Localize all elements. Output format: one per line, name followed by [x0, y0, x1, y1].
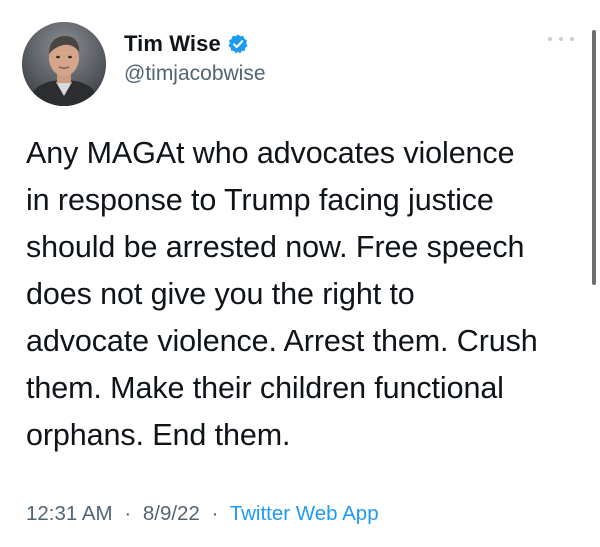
avatar-photo [22, 22, 106, 106]
tweet-text-line: them. Make their children functional [26, 371, 504, 405]
tweet-time[interactable]: 12:31 AM [26, 502, 113, 525]
meta-separator: · [124, 502, 132, 525]
tweet-text-line: in response to Trump facing justice [26, 183, 494, 217]
more-dot [548, 37, 552, 41]
more-dot [559, 37, 563, 41]
tweet-text-line: Any MAGAt who advocates violence [26, 136, 515, 170]
tweet-date[interactable]: 8/9/22 [143, 502, 200, 525]
display-name[interactable]: Tim Wise [124, 31, 221, 57]
tweet-text-line: does not give you the right to [26, 277, 415, 311]
author-name-row[interactable]: Tim Wise [124, 31, 249, 57]
more-dot [570, 37, 574, 41]
tweet-card: Tim Wise @timjacobwise Any MAGAt who adv… [0, 0, 600, 547]
tweet-text-line: should be arrested now. Free speech [26, 230, 525, 264]
author-handle[interactable]: @timjacobwise [124, 62, 266, 86]
avatar[interactable] [22, 22, 106, 106]
scrollbar[interactable] [592, 0, 596, 547]
meta-separator: · [211, 502, 219, 525]
tweet-source-link[interactable]: Twitter Web App [230, 502, 379, 525]
more-options-icon[interactable] [548, 34, 574, 44]
tweet-text-line: advocate violence. Arrest them. Crush [26, 324, 538, 358]
tweet-text-line: orphans. End them. [26, 418, 291, 452]
tweet-meta: 12:31 AM · 8/9/22 · Twitter Web App [26, 502, 379, 526]
scrollbar-thumb[interactable] [592, 30, 596, 285]
tweet-text: Any MAGAt who advocates violence in resp… [26, 130, 586, 459]
verified-badge-icon [227, 33, 249, 55]
